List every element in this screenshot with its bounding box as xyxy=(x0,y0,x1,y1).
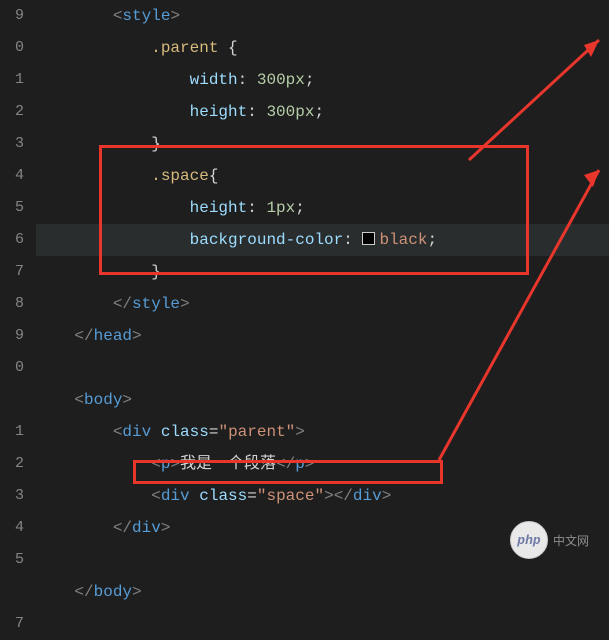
code-editor: 9 0 1 2 3 4 5 6 7 8 9 0 1 2 3 4 5 7 <sty… xyxy=(0,0,609,577)
line-number: 4 xyxy=(0,160,24,192)
line-number xyxy=(0,384,24,416)
line-number: 3 xyxy=(0,480,24,512)
line-number: 8 xyxy=(0,288,24,320)
line-number: 1 xyxy=(0,64,24,96)
line-number: 9 xyxy=(0,320,24,352)
code-line: width: 300px; xyxy=(36,64,609,96)
code-line xyxy=(36,352,609,384)
code-line: .parent { xyxy=(36,32,609,64)
line-number-gutter: 9 0 1 2 3 4 5 6 7 8 9 0 1 2 3 4 5 7 xyxy=(0,0,36,577)
line-number: 2 xyxy=(0,96,24,128)
line-number: 7 xyxy=(0,256,24,288)
line-number: 4 xyxy=(0,512,24,544)
line-number: 0 xyxy=(0,32,24,64)
code-line: <div class="parent"> xyxy=(36,416,609,448)
code-line: <style> xyxy=(36,0,609,32)
line-number: 3 xyxy=(0,128,24,160)
line-number: 2 xyxy=(0,448,24,480)
code-line: } xyxy=(36,128,609,160)
code-line: height: 300px; xyxy=(36,96,609,128)
line-number: 7 xyxy=(0,608,24,640)
code-line: .space{ xyxy=(36,160,609,192)
code-line: <body> xyxy=(36,384,609,416)
watermark-logo-icon: php xyxy=(510,521,548,559)
code-line: </style> xyxy=(36,288,609,320)
code-line: <p>我是一个段落</p> xyxy=(36,448,609,480)
line-number: 5 xyxy=(0,544,24,576)
watermark-text: 中文网 xyxy=(553,532,589,549)
line-number: 0 xyxy=(0,352,24,384)
code-line: </head> xyxy=(36,320,609,352)
watermark: php 中文网 xyxy=(510,521,589,559)
code-line: height: 1px; xyxy=(36,192,609,224)
code-line: } xyxy=(36,256,609,288)
code-line: <div class="space"></div> xyxy=(36,480,609,512)
line-number: 5 xyxy=(0,192,24,224)
code-line: background-color: black; xyxy=(36,224,609,256)
line-number: 6 xyxy=(0,224,24,256)
line-number: 1 xyxy=(0,416,24,448)
color-swatch-icon xyxy=(362,232,375,245)
line-number: 9 xyxy=(0,0,24,32)
code-area[interactable]: <style> .parent { width: 300px; height: … xyxy=(36,0,609,577)
code-line: </body> xyxy=(36,576,609,608)
line-number xyxy=(0,576,24,608)
